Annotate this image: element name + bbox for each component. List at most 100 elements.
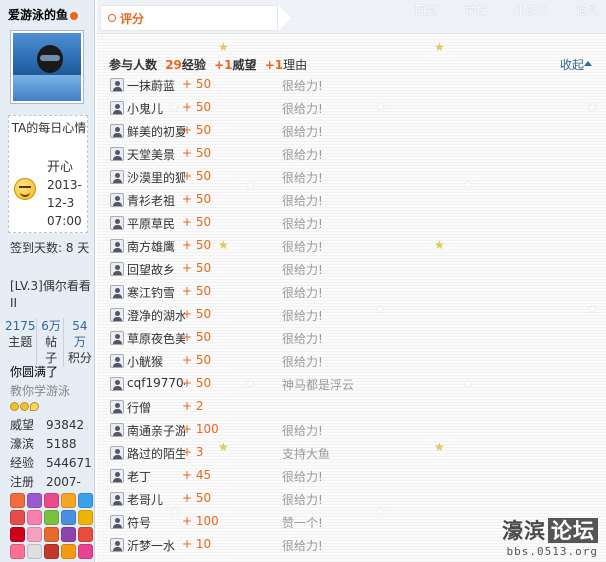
user-avatar-icon[interactable] <box>110 331 124 345</box>
rater-name[interactable]: 小鬼儿 <box>127 100 185 117</box>
rater-name[interactable]: 南方雄鹰 <box>127 238 185 255</box>
rating-score: + 2 <box>182 399 204 413</box>
badge-icon[interactable] <box>27 544 42 559</box>
rating-score: + 50 <box>182 261 212 275</box>
badge-icon[interactable] <box>10 493 25 508</box>
rating-row: 老丁 + 45 很给力! <box>108 465 598 488</box>
toolbar-link-user[interactable]: 小游泳 <box>515 2 548 18</box>
rater-name[interactable]: 澄净的湖水 <box>127 307 185 324</box>
stat-posts-num[interactable]: 6万 <box>40 318 63 334</box>
badge-icon[interactable] <box>78 493 93 508</box>
rating-score: + 3 <box>182 445 204 459</box>
badge-icon[interactable] <box>78 527 93 542</box>
badge-icon[interactable] <box>78 510 93 525</box>
rater-name[interactable]: 寒江钓雪 <box>127 284 185 301</box>
badge-icon[interactable] <box>44 493 59 508</box>
user-avatar-icon[interactable] <box>110 170 124 184</box>
rating-score: + 50 <box>182 284 212 298</box>
stat-points[interactable]: 54万 积分 <box>62 318 93 366</box>
badge-icon[interactable] <box>61 527 76 542</box>
badge-icon[interactable] <box>78 544 93 559</box>
stat-topics-num[interactable]: 2175 <box>5 318 36 334</box>
collapse-link[interactable]: 收起 <box>560 56 584 73</box>
rater-name[interactable]: 天堂美景 <box>127 146 185 163</box>
badge-icon[interactable] <box>27 510 42 525</box>
user-avatar-icon[interactable] <box>110 354 124 368</box>
rating-row: 老哥儿 + 50 很给力! <box>108 488 598 511</box>
user-avatar-icon[interactable] <box>110 446 124 460</box>
rating-reason: 很给力! <box>282 263 323 277</box>
toolbar-link-props[interactable]: 道具 <box>576 2 598 18</box>
user-avatar-icon[interactable] <box>110 193 124 207</box>
stat-points-num[interactable]: 54万 <box>67 318 93 350</box>
badge-icon[interactable] <box>61 493 76 508</box>
rating-score: + 50 <box>182 215 212 229</box>
rater-name[interactable]: 小觥猴 <box>127 353 185 370</box>
rater-name[interactable]: 沙漠里的狐 <box>127 169 185 186</box>
collapse-arrow-icon[interactable] <box>584 61 592 66</box>
rating-score: + 50 <box>182 123 212 137</box>
star-icon: ★ <box>218 40 229 54</box>
rater-name[interactable]: 回望故乡 <box>127 261 185 278</box>
rating-row: 沙漠里的狐 + 50 很给力! <box>108 166 598 189</box>
user-avatar-icon[interactable] <box>110 538 124 552</box>
rater-name[interactable]: 南通亲子游 <box>127 422 185 439</box>
user-avatar-icon[interactable] <box>110 285 124 299</box>
rating-score: + 50 <box>182 77 212 91</box>
toolbar-link-report[interactable]: 举报 <box>465 2 487 18</box>
user-avatar-icon[interactable] <box>110 216 124 230</box>
rater-name[interactable]: 草原夜色美 <box>127 330 185 347</box>
rater-name[interactable]: 一抹蔚蓝 <box>127 77 185 94</box>
toolbar-link-reply[interactable]: 回复 <box>415 2 437 18</box>
user-avatar-icon[interactable] <box>110 101 124 115</box>
info-row-haobin: 濠滨 5188 <box>10 435 95 454</box>
user-avatar-icon[interactable] <box>110 239 124 253</box>
rating-score: + 100 <box>182 514 219 528</box>
rater-name[interactable]: 沂梦一水 <box>127 537 185 554</box>
rater-name[interactable]: 符号 <box>127 514 185 531</box>
user-avatar-icon[interactable] <box>110 78 124 92</box>
rater-name[interactable]: 老丁 <box>127 468 185 485</box>
star-icon: ★ <box>434 40 445 54</box>
stat-topics[interactable]: 2175 主题 <box>5 318 36 366</box>
badge-icon[interactable] <box>27 527 42 542</box>
user-avatar-icon[interactable] <box>110 469 124 483</box>
rater-name[interactable]: 老哥儿 <box>127 491 185 508</box>
rater-name[interactable]: cqf197704 <box>127 376 185 390</box>
badge-icon[interactable] <box>44 510 59 525</box>
rating-score: + 50 <box>182 491 212 505</box>
rater-name[interactable]: 行僧 <box>127 399 185 416</box>
username-text[interactable]: 爱游泳的鱼 <box>8 8 68 22</box>
user-avatar-icon[interactable] <box>110 147 124 161</box>
rating-tab[interactable]: 评分 <box>100 5 291 31</box>
rating-list: 一抹蔚蓝 + 50 很给力! 小鬼儿 + 50 很给力! 鲜美的初夏 + 50 很给力! 天堂美景… <box>108 74 598 557</box>
badge-icon[interactable] <box>44 544 59 559</box>
avatar[interactable] <box>10 30 84 104</box>
badge-icon[interactable] <box>27 493 42 508</box>
username-link[interactable]: 爱游泳的鱼 <box>8 6 79 23</box>
user-avatar-icon[interactable] <box>110 262 124 276</box>
rating-row: 鲜美的初夏 + 50 很给力! <box>108 120 598 143</box>
badge-icon[interactable] <box>61 510 76 525</box>
rater-name[interactable]: 鲜美的初夏 <box>127 123 185 140</box>
user-avatar-icon[interactable] <box>110 308 124 322</box>
user-avatar-icon[interactable] <box>110 423 124 437</box>
badge-icon[interactable] <box>10 510 25 525</box>
rater-name[interactable]: 平原草民 <box>127 215 185 232</box>
user-avatar-icon[interactable] <box>110 400 124 414</box>
badge-icon[interactable] <box>61 544 76 559</box>
user-avatar-icon[interactable] <box>110 515 124 529</box>
stat-posts[interactable]: 6万 帖子 <box>35 318 63 366</box>
rater-name[interactable]: 青衫老祖 <box>127 192 185 209</box>
badge-icon[interactable] <box>10 527 25 542</box>
user-avatar-icon[interactable] <box>110 124 124 138</box>
rating-row: 路过的陌生 + 3 支持大鱼 <box>108 442 598 465</box>
badge-icon[interactable] <box>44 527 59 542</box>
rater-name[interactable]: 路过的陌生 <box>127 445 185 462</box>
badge-icon[interactable] <box>10 544 25 559</box>
rating-tab-label: 评分 <box>120 12 145 26</box>
online-status-icon <box>70 11 79 20</box>
user-avatar-icon[interactable] <box>110 377 124 391</box>
rating-row: cqf197704 + 50 神马都是浮云 <box>108 373 598 396</box>
user-avatar-icon[interactable] <box>110 492 124 506</box>
